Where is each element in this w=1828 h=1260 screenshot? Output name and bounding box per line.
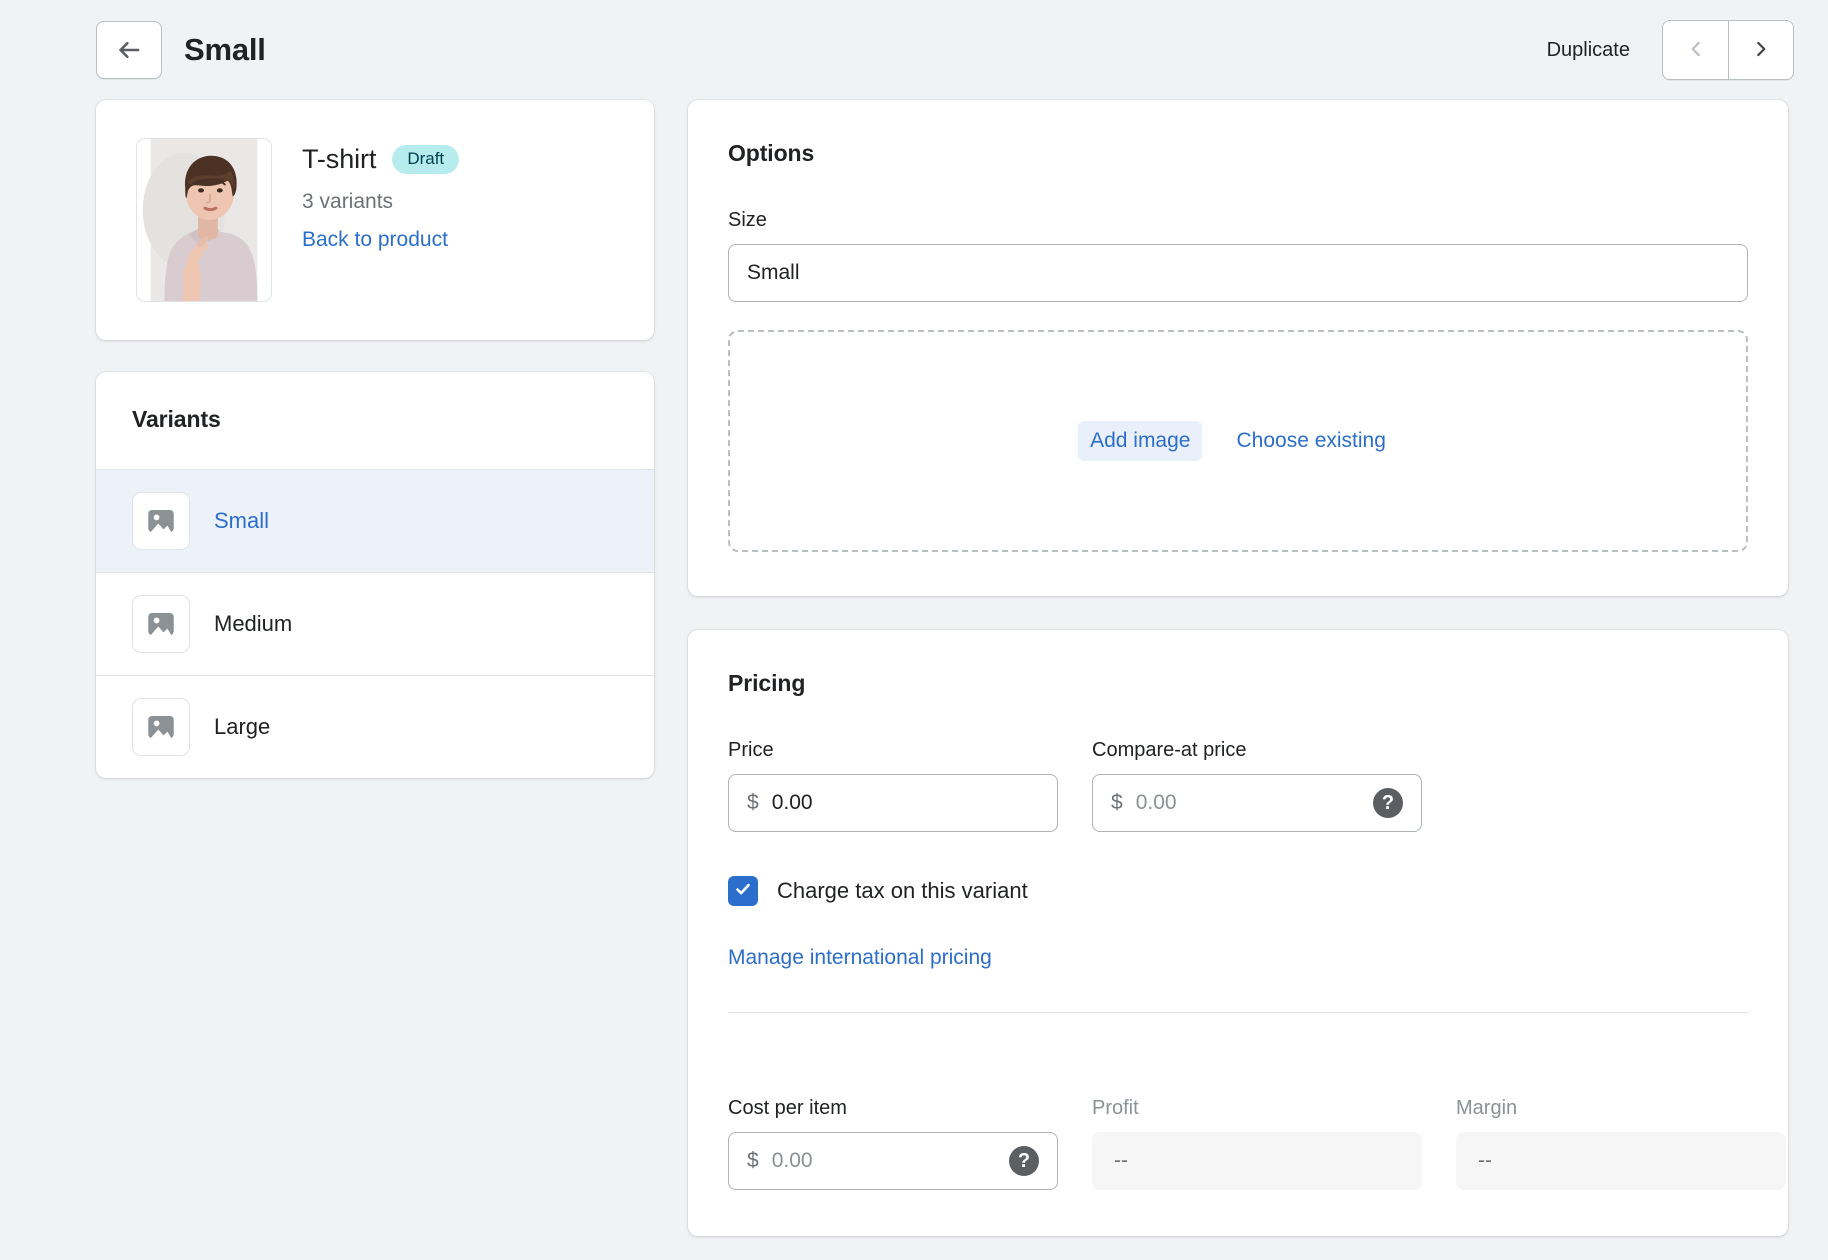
pricing-section: Pricing Price $ Compare-at price $ (688, 630, 1788, 1057)
chevron-left-icon (1685, 38, 1707, 63)
duplicate-button[interactable]: Duplicate (1543, 31, 1634, 70)
compare-at-price-label: Compare-at price (1092, 739, 1422, 762)
charge-tax-label[interactable]: Charge tax on this variant (777, 878, 1028, 904)
next-variant-button[interactable] (1728, 21, 1793, 79)
header-actions: Duplicate (1543, 20, 1794, 80)
back-button[interactable] (96, 21, 162, 79)
margin-field-group: Margin -- (1456, 1097, 1786, 1190)
compare-at-price-input-wrapper: $ ? (1092, 774, 1422, 832)
currency-symbol: $ (1111, 791, 1123, 815)
image-dropzone[interactable]: Add image Choose existing (728, 330, 1748, 552)
price-field-group: Price $ (728, 739, 1058, 832)
compare-price-field-group: Compare-at price $ ? (1092, 739, 1422, 832)
price-label: Price (728, 739, 1058, 762)
cost-per-item-input[interactable] (772, 1149, 999, 1173)
cost-per-item-input-wrapper: $ ? (728, 1132, 1058, 1190)
status-badge: Draft (392, 145, 459, 174)
variant-list-item-small[interactable]: Small (96, 469, 654, 572)
pricing-card: Pricing Price $ Compare-at price $ (688, 630, 1788, 1236)
options-section: Options Size Add image Choose existing (688, 100, 1788, 596)
manage-international-pricing-link[interactable]: Manage international pricing (728, 946, 1748, 970)
profit-value: -- (1092, 1132, 1422, 1190)
chevron-right-icon (1750, 38, 1772, 63)
cost-per-item-label: Cost per item (728, 1097, 1058, 1120)
options-card: Options Size Add image Choose existing (688, 100, 1788, 596)
cost-section: Cost per item $ ? Profit -- Margin -- (688, 1057, 1788, 1236)
pricing-title: Pricing (728, 670, 1748, 697)
product-thumbnail (136, 138, 272, 302)
profit-label: Profit (1092, 1097, 1422, 1120)
price-input-wrapper: $ (728, 774, 1058, 832)
cost-field-group: Cost per item $ ? (728, 1097, 1058, 1190)
size-label: Size (728, 209, 1748, 232)
add-image-button[interactable]: Add image (1078, 421, 1202, 461)
product-summary-card: T-shirt Draft 3 variants Back to product (96, 100, 654, 340)
margin-value: -- (1456, 1132, 1786, 1190)
page-title: Small (184, 32, 266, 68)
product-meta: T-shirt Draft 3 variants Back to product (302, 138, 459, 252)
checkmark-icon (733, 879, 753, 904)
image-placeholder-icon (132, 492, 190, 550)
variants-title: Variants (96, 372, 654, 469)
variant-list-item-medium[interactable]: Medium (96, 572, 654, 675)
previous-variant-button[interactable] (1663, 21, 1728, 79)
options-title: Options (728, 140, 1748, 167)
cost-row: Cost per item $ ? Profit -- Margin -- (728, 1097, 1748, 1190)
image-placeholder-icon (132, 698, 190, 756)
variants-card: Variants Small (96, 372, 654, 778)
profit-field-group: Profit -- (1092, 1097, 1422, 1190)
arrow-left-icon (116, 37, 142, 63)
section-divider (728, 1012, 1748, 1013)
charge-tax-checkbox[interactable] (728, 876, 758, 906)
question-mark-icon[interactable]: ? (1009, 1146, 1039, 1176)
currency-symbol: $ (747, 791, 759, 815)
charge-tax-row: Charge tax on this variant (728, 876, 1748, 906)
variant-count: 3 variants (302, 190, 459, 214)
right-column: Options Size Add image Choose existing P… (688, 100, 1788, 1236)
page-header: Small Duplicate (0, 0, 1828, 100)
product-name: T-shirt (302, 144, 376, 175)
currency-symbol: $ (747, 1149, 759, 1173)
left-column: T-shirt Draft 3 variants Back to product… (96, 100, 654, 778)
price-row: Price $ Compare-at price $ ? (728, 739, 1748, 832)
size-input[interactable] (728, 244, 1748, 302)
question-mark-icon[interactable]: ? (1373, 788, 1403, 818)
price-input[interactable] (772, 791, 1039, 815)
page-body: T-shirt Draft 3 variants Back to product… (0, 100, 1828, 1236)
variant-label: Medium (214, 611, 292, 637)
image-placeholder-icon (132, 595, 190, 653)
back-to-product-link[interactable]: Back to product (302, 228, 448, 252)
compare-at-price-input[interactable] (1136, 791, 1363, 815)
variant-pagination (1662, 20, 1794, 80)
variant-list-item-large[interactable]: Large (96, 675, 654, 778)
variant-label: Large (214, 714, 270, 740)
product-title-row: T-shirt Draft (302, 144, 459, 175)
choose-existing-button[interactable]: Choose existing (1224, 421, 1397, 461)
variant-label: Small (214, 508, 269, 534)
margin-label: Margin (1456, 1097, 1786, 1120)
